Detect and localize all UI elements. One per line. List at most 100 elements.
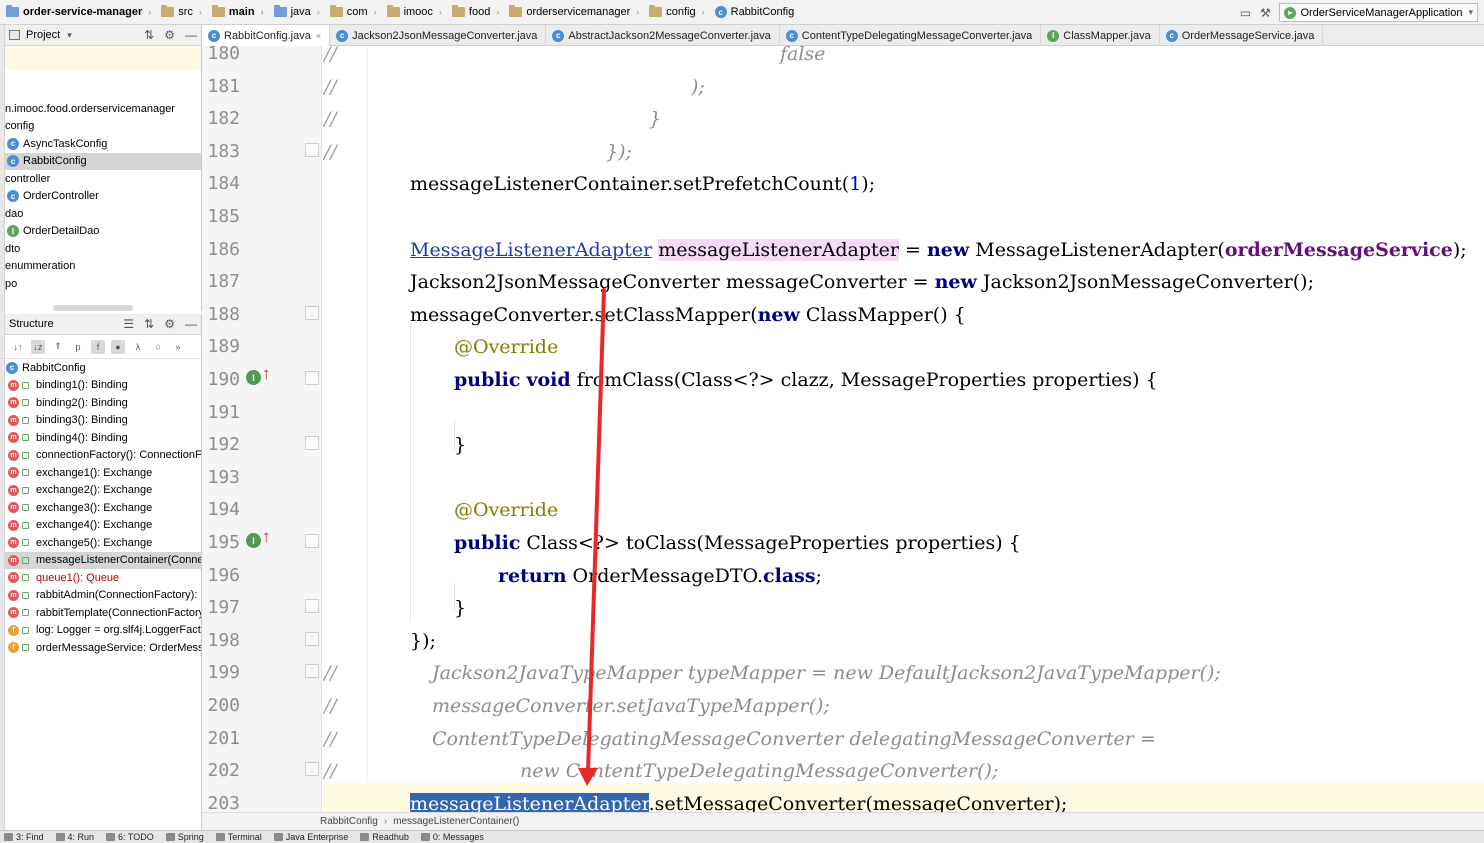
chevron-down-icon[interactable]: ▾ bbox=[67, 30, 72, 41]
build-hammer-icon[interactable]: ⚒ bbox=[1255, 3, 1275, 23]
collapse-all-icon[interactable]: ⇅ bbox=[144, 28, 154, 42]
override-up-arrow-icon[interactable]: ↑ bbox=[262, 527, 271, 547]
structure-member[interactable]: m queue1(): Queue bbox=[5, 569, 201, 587]
code-editor[interactable]: // // // // // // // // false ); } }); m… bbox=[323, 46, 1484, 812]
fold-marker-icon[interactable] bbox=[305, 632, 319, 646]
fold-marker-icon[interactable] bbox=[305, 762, 319, 776]
method-icon: m bbox=[8, 397, 19, 409]
breadcrumb-com[interactable]: com › bbox=[324, 0, 381, 25]
tree-class-asynctaskconfig[interactable]: c AsyncTaskConfig bbox=[5, 135, 201, 153]
implements-method-icon[interactable]: I bbox=[246, 533, 261, 548]
autoscroll-icon[interactable]: ○ bbox=[151, 340, 165, 354]
breadcrumb-rabbitconfig[interactable]: c RabbitConfig bbox=[709, 0, 799, 25]
structure-panel-title[interactable]: Structure bbox=[9, 318, 54, 330]
fold-marker-icon[interactable] bbox=[305, 306, 319, 320]
breadcrumb-method[interactable]: messageListenerContainer() bbox=[393, 816, 519, 827]
tree-interface-orderdetaildao[interactable]: I OrderDetailDao bbox=[5, 223, 201, 241]
structure-member[interactable]: m rabbitTemplate(ConnectionFactory bbox=[5, 604, 201, 622]
breadcrumb-imooc[interactable]: imooc › bbox=[381, 0, 446, 25]
structure-member[interactable]: m binding4(): Binding bbox=[5, 429, 201, 447]
structure-member[interactable]: m binding2(): Binding bbox=[5, 394, 201, 412]
line-number: 198 bbox=[207, 629, 240, 651]
type-reference-link[interactable]: MessageListenerAdapter bbox=[410, 239, 652, 261]
tool-readhub[interactable]: Readhub bbox=[358, 831, 419, 843]
fold-marker-icon[interactable] bbox=[305, 664, 319, 678]
show-fields-icon[interactable]: f bbox=[91, 339, 105, 354]
fold-marker-icon[interactable] bbox=[305, 436, 319, 450]
structure-member[interactable]: m exchange3(): Exchange bbox=[5, 499, 201, 517]
fold-marker-icon[interactable] bbox=[305, 534, 319, 548]
structure-member[interactable]: f log: Logger = org.slf4j.LoggerFact bbox=[5, 622, 201, 640]
breadcrumb-food[interactable]: food › bbox=[446, 0, 503, 25]
structure-member[interactable]: m binding3(): Binding bbox=[5, 412, 201, 430]
structure-member[interactable]: f orderMessageService: OrderMess bbox=[5, 639, 201, 657]
code-line-196: return OrderMessageDTO.class; bbox=[498, 564, 822, 587]
structure-member-selected[interactable]: m messageListenerContainer(Connec bbox=[5, 551, 201, 569]
tree-folder-enummeration[interactable]: enummeration bbox=[5, 258, 201, 276]
fold-marker-icon[interactable] bbox=[305, 143, 319, 157]
gear-icon[interactable]: ⚙ bbox=[164, 317, 175, 331]
layout-icon[interactable]: ▭ bbox=[1235, 3, 1255, 23]
structure-member[interactable]: m exchange5(): Exchange bbox=[5, 534, 201, 552]
tool-find[interactable]: 3: Find bbox=[2, 831, 54, 843]
sort-visibility-icon[interactable]: ↓↑ bbox=[11, 340, 25, 354]
structure-root-class[interactable]: c RabbitConfig bbox=[5, 359, 201, 377]
structure-member[interactable]: m connectionFactory(): ConnectionFa bbox=[5, 447, 201, 465]
fold-marker-icon[interactable] bbox=[305, 371, 319, 385]
breadcrumb-java[interactable]: java › bbox=[268, 0, 324, 25]
comment-marker: // bbox=[324, 75, 337, 98]
breadcrumb-orderservicemanager[interactable]: orderservicemanager › bbox=[503, 0, 643, 25]
tool-java-enterprise[interactable]: Java Enterprise bbox=[272, 831, 359, 843]
hide-icon[interactable]: — bbox=[185, 28, 197, 42]
breadcrumb-project[interactable]: order-service-manager › bbox=[0, 0, 155, 25]
show-non-public-icon[interactable]: ● bbox=[111, 339, 125, 354]
line-number: 180 bbox=[207, 43, 240, 64]
expand-all-icon[interactable]: ☰ bbox=[123, 317, 134, 331]
structure-member[interactable]: m exchange2(): Exchange bbox=[5, 482, 201, 500]
close-icon[interactable]: × bbox=[316, 31, 321, 41]
tree-class-ordercontroller[interactable]: c OrderController bbox=[5, 188, 201, 206]
show-inherited-icon[interactable]: ⇑ bbox=[51, 340, 65, 354]
breadcrumb-class[interactable]: RabbitConfig bbox=[320, 816, 378, 827]
tab-jackson2json[interactable]: c Jackson2JsonMessageConverter.java bbox=[330, 25, 547, 46]
tool-terminal[interactable]: Terminal bbox=[214, 831, 272, 843]
tab-ordermessageservice[interactable]: c OrderMessageService.java bbox=[1160, 25, 1324, 46]
structure-member[interactable]: m exchange4(): Exchange bbox=[5, 517, 201, 535]
override-up-arrow-icon[interactable]: ↑ bbox=[262, 364, 271, 384]
tree-folder-po[interactable]: po bbox=[5, 275, 201, 293]
tab-classmapper[interactable]: I ClassMapper.java bbox=[1041, 25, 1160, 46]
tree-folder-dto[interactable]: dto bbox=[5, 240, 201, 258]
tree-folder-dao[interactable]: dao bbox=[5, 205, 201, 223]
breadcrumb-config[interactable]: config › bbox=[643, 0, 708, 25]
collapse-all-icon[interactable]: ⇅ bbox=[144, 317, 154, 331]
public-lock-icon bbox=[22, 451, 29, 459]
tool-run[interactable]: 4: Run bbox=[54, 831, 105, 843]
more-icon[interactable]: » bbox=[171, 340, 185, 354]
tree-folder-controller[interactable]: controller bbox=[5, 170, 201, 188]
class-icon: c bbox=[6, 361, 18, 374]
project-panel-title[interactable]: Project bbox=[26, 29, 60, 41]
tool-todo[interactable]: 6: TODO bbox=[104, 831, 164, 843]
show-properties-icon[interactable]: p bbox=[71, 340, 85, 354]
tab-abstractjackson2[interactable]: c AbstractJackson2MessageConverter.java bbox=[546, 25, 780, 46]
sort-alpha-icon[interactable]: ↓z bbox=[31, 339, 45, 354]
breadcrumb-src[interactable]: src › bbox=[155, 0, 206, 25]
tree-class-rabbitconfig[interactable]: c RabbitConfig bbox=[5, 152, 201, 170]
tool-spring[interactable]: Spring bbox=[164, 831, 214, 843]
tab-contenttypedelegating[interactable]: c ContentTypeDelegatingMessageConverter.j… bbox=[780, 25, 1042, 46]
tree-package[interactable]: n.imooc.food.orderservicemanager bbox=[5, 100, 201, 118]
structure-member[interactable]: m rabbitAdmin(ConnectionFactory): F bbox=[5, 587, 201, 605]
fold-marker-icon[interactable] bbox=[305, 599, 319, 613]
horizontal-scrollbar[interactable] bbox=[53, 305, 133, 311]
run-configuration-select[interactable]: ▸ OrderServiceManagerApplication ▾ bbox=[1279, 3, 1478, 22]
implements-method-icon[interactable]: I bbox=[246, 370, 261, 385]
tree-folder-config[interactable]: config bbox=[5, 118, 201, 136]
gear-icon[interactable]: ⚙ bbox=[164, 28, 175, 42]
class-icon: c bbox=[7, 155, 19, 168]
structure-member[interactable]: m exchange1(): Exchange bbox=[5, 464, 201, 482]
structure-member[interactable]: m binding1(): Binding bbox=[5, 377, 201, 395]
breadcrumb-main[interactable]: main › bbox=[206, 0, 268, 25]
tool-messages[interactable]: 0: Messages bbox=[419, 831, 494, 843]
hide-icon[interactable]: — bbox=[185, 317, 197, 331]
show-lambdas-icon[interactable]: λ bbox=[131, 340, 145, 354]
